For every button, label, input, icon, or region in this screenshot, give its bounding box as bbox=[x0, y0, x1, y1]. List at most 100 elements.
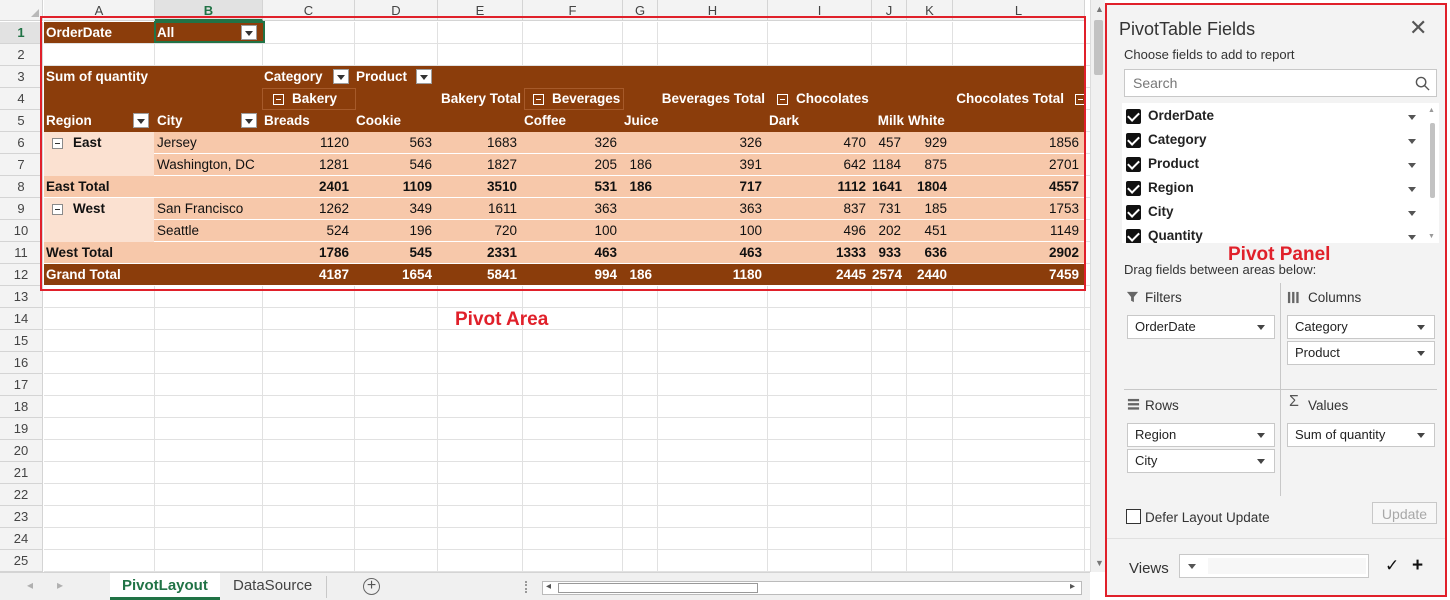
spreadsheet-grid[interactable]: ABCDEFGHIJKL 1 2 3 4 5 6 7 8 9 10 11 12 13 14 15 16 17 18… bbox=[0, 0, 1090, 572]
tab-datasource[interactable]: DataSource bbox=[221, 573, 324, 600]
row-header[interactable]: 20 bbox=[0, 440, 43, 462]
prev-sheet-arrow-icon[interactable]: ◂ bbox=[27, 578, 33, 592]
row-header[interactable]: 11 bbox=[0, 242, 43, 264]
column-header[interactable]: K bbox=[907, 0, 953, 21]
field-checkbox[interactable] bbox=[1126, 157, 1141, 172]
row-pill-city[interactable]: City bbox=[1127, 449, 1275, 473]
field-list-scroll-thumb[interactable] bbox=[1430, 123, 1435, 198]
next-category-collapse-icon[interactable] bbox=[1075, 94, 1086, 105]
scroll-up-arrow-icon[interactable]: ▲ bbox=[1095, 4, 1104, 14]
column-pill-product[interactable]: Product bbox=[1287, 341, 1435, 365]
vertical-scroll-thumb[interactable] bbox=[1094, 20, 1103, 75]
beverages-collapse-icon[interactable] bbox=[533, 94, 544, 105]
row-header[interactable]: 7 bbox=[0, 154, 43, 176]
field-menu-arrow-icon[interactable] bbox=[1408, 163, 1416, 168]
row-header[interactable]: 9 bbox=[0, 198, 43, 220]
column-header[interactable]: J bbox=[872, 0, 907, 21]
row-header[interactable]: 21 bbox=[0, 462, 43, 484]
row-header[interactable]: 16 bbox=[0, 352, 43, 374]
plus-icon[interactable]: + bbox=[1412, 555, 1423, 577]
bakery-collapse-icon[interactable] bbox=[273, 94, 284, 105]
field-checkbox[interactable] bbox=[1126, 133, 1141, 148]
row-header[interactable]: 12 bbox=[0, 264, 43, 286]
city-dropdown-button[interactable] bbox=[241, 113, 257, 128]
column-header[interactable]: H bbox=[658, 0, 768, 21]
update-button[interactable]: Update bbox=[1372, 502, 1437, 524]
next-sheet-arrow-icon[interactable]: ▸ bbox=[57, 578, 63, 592]
column-header[interactable]: L bbox=[953, 0, 1085, 21]
field-checkbox[interactable] bbox=[1126, 109, 1141, 124]
check-icon[interactable]: ✓ bbox=[1385, 556, 1399, 576]
field-item-product[interactable]: Product bbox=[1126, 154, 1416, 176]
column-pill-category[interactable]: Category bbox=[1287, 315, 1435, 339]
region-collapse-icon[interactable] bbox=[52, 204, 63, 215]
column-header[interactable]: B bbox=[155, 0, 263, 21]
column-header[interactable]: G bbox=[623, 0, 658, 21]
row-header[interactable]: 17 bbox=[0, 374, 43, 396]
value-pill-sum-of-quantity[interactable]: Sum of quantity bbox=[1287, 423, 1435, 447]
defer-layout-checkbox[interactable] bbox=[1126, 509, 1141, 524]
row-header[interactable]: 15 bbox=[0, 330, 43, 352]
row-header[interactable]: 24 bbox=[0, 528, 43, 550]
product-dropdown-button[interactable] bbox=[416, 69, 432, 84]
columns-area[interactable]: Columns Category Product bbox=[1283, 285, 1437, 387]
search-icon[interactable] bbox=[1415, 76, 1430, 91]
column-header[interactable]: F bbox=[523, 0, 623, 21]
filter-pill-orderdate[interactable]: OrderDate bbox=[1127, 315, 1275, 339]
region-dropdown-button[interactable] bbox=[133, 113, 149, 128]
row-header[interactable]: 13 bbox=[0, 286, 43, 308]
vertical-scrollbar[interactable]: ▲ ▼ bbox=[1090, 0, 1105, 572]
field-search-input[interactable] bbox=[1125, 70, 1405, 96]
field-menu-arrow-icon[interactable] bbox=[1408, 211, 1416, 216]
region-collapse-icon[interactable] bbox=[52, 138, 63, 149]
row-header[interactable]: 4 bbox=[0, 88, 43, 110]
field-menu-arrow-icon[interactable] bbox=[1408, 115, 1416, 120]
row-header[interactable]: 6 bbox=[0, 132, 43, 154]
row-header[interactable]: 3 bbox=[0, 66, 43, 88]
filters-area[interactable]: Filters OrderDate bbox=[1124, 285, 1278, 387]
field-item-orderdate[interactable]: OrderDate bbox=[1126, 106, 1416, 128]
field-list[interactable]: OrderDate Category Product Region City Quanti… bbox=[1122, 103, 1439, 243]
field-checkbox[interactable] bbox=[1126, 181, 1141, 196]
tab-pivotlayout[interactable]: PivotLayout bbox=[110, 573, 220, 600]
scroll-down-arrow-icon[interactable]: ▼ bbox=[1095, 558, 1104, 568]
field-checkbox[interactable] bbox=[1126, 229, 1141, 243]
add-sheet-icon[interactable]: + bbox=[363, 578, 380, 595]
column-header[interactable]: A bbox=[44, 0, 155, 21]
close-icon[interactable]: ✕ bbox=[1409, 15, 1427, 41]
row-header[interactable]: 25 bbox=[0, 550, 43, 572]
chocolates-collapse-icon[interactable] bbox=[777, 94, 788, 105]
field-item-city[interactable]: City bbox=[1126, 202, 1416, 224]
column-header[interactable]: D bbox=[355, 0, 438, 21]
values-area[interactable]: Σ Values Sum of quantity bbox=[1283, 392, 1437, 496]
scroll-left-arrow-icon[interactable]: ◂ bbox=[546, 581, 551, 592]
field-list-scrollbar[interactable]: ▲ ▼ bbox=[1428, 107, 1436, 240]
row-header[interactable]: 23 bbox=[0, 506, 43, 528]
row-header[interactable]: 5 bbox=[0, 110, 43, 132]
field-item-category[interactable]: Category bbox=[1126, 130, 1416, 152]
field-item-region[interactable]: Region bbox=[1126, 178, 1416, 200]
field-checkbox[interactable] bbox=[1126, 205, 1141, 220]
category-dropdown-button[interactable] bbox=[333, 69, 349, 84]
row-header[interactable]: 19 bbox=[0, 418, 43, 440]
field-menu-arrow-icon[interactable] bbox=[1408, 139, 1416, 144]
field-menu-arrow-icon[interactable] bbox=[1408, 187, 1416, 192]
rows-area[interactable]: Rows Region City bbox=[1124, 392, 1278, 496]
horizontal-scroll-thumb[interactable] bbox=[558, 583, 758, 593]
column-header[interactable]: E bbox=[438, 0, 523, 21]
select-all-corner[interactable] bbox=[0, 0, 43, 21]
row-header[interactable]: 10 bbox=[0, 220, 43, 242]
row-header[interactable]: 22 bbox=[0, 484, 43, 506]
column-header[interactable]: I bbox=[768, 0, 872, 21]
row-pill-region[interactable]: Region bbox=[1127, 423, 1275, 447]
views-dropdown[interactable] bbox=[1179, 554, 1369, 578]
horizontal-scrollbar[interactable]: ◂ ▸ bbox=[542, 581, 1082, 595]
field-menu-arrow-icon[interactable] bbox=[1408, 235, 1416, 240]
row-header[interactable]: 14 bbox=[0, 308, 43, 330]
field-item-quantity[interactable]: Quantity bbox=[1126, 226, 1416, 243]
row-header[interactable]: 18 bbox=[0, 396, 43, 418]
column-header[interactable]: C bbox=[263, 0, 355, 21]
scroll-right-arrow-icon[interactable]: ▸ bbox=[1070, 581, 1075, 592]
scroll-split-handle[interactable] bbox=[525, 581, 527, 593]
row-header[interactable]: 1 bbox=[0, 22, 43, 44]
